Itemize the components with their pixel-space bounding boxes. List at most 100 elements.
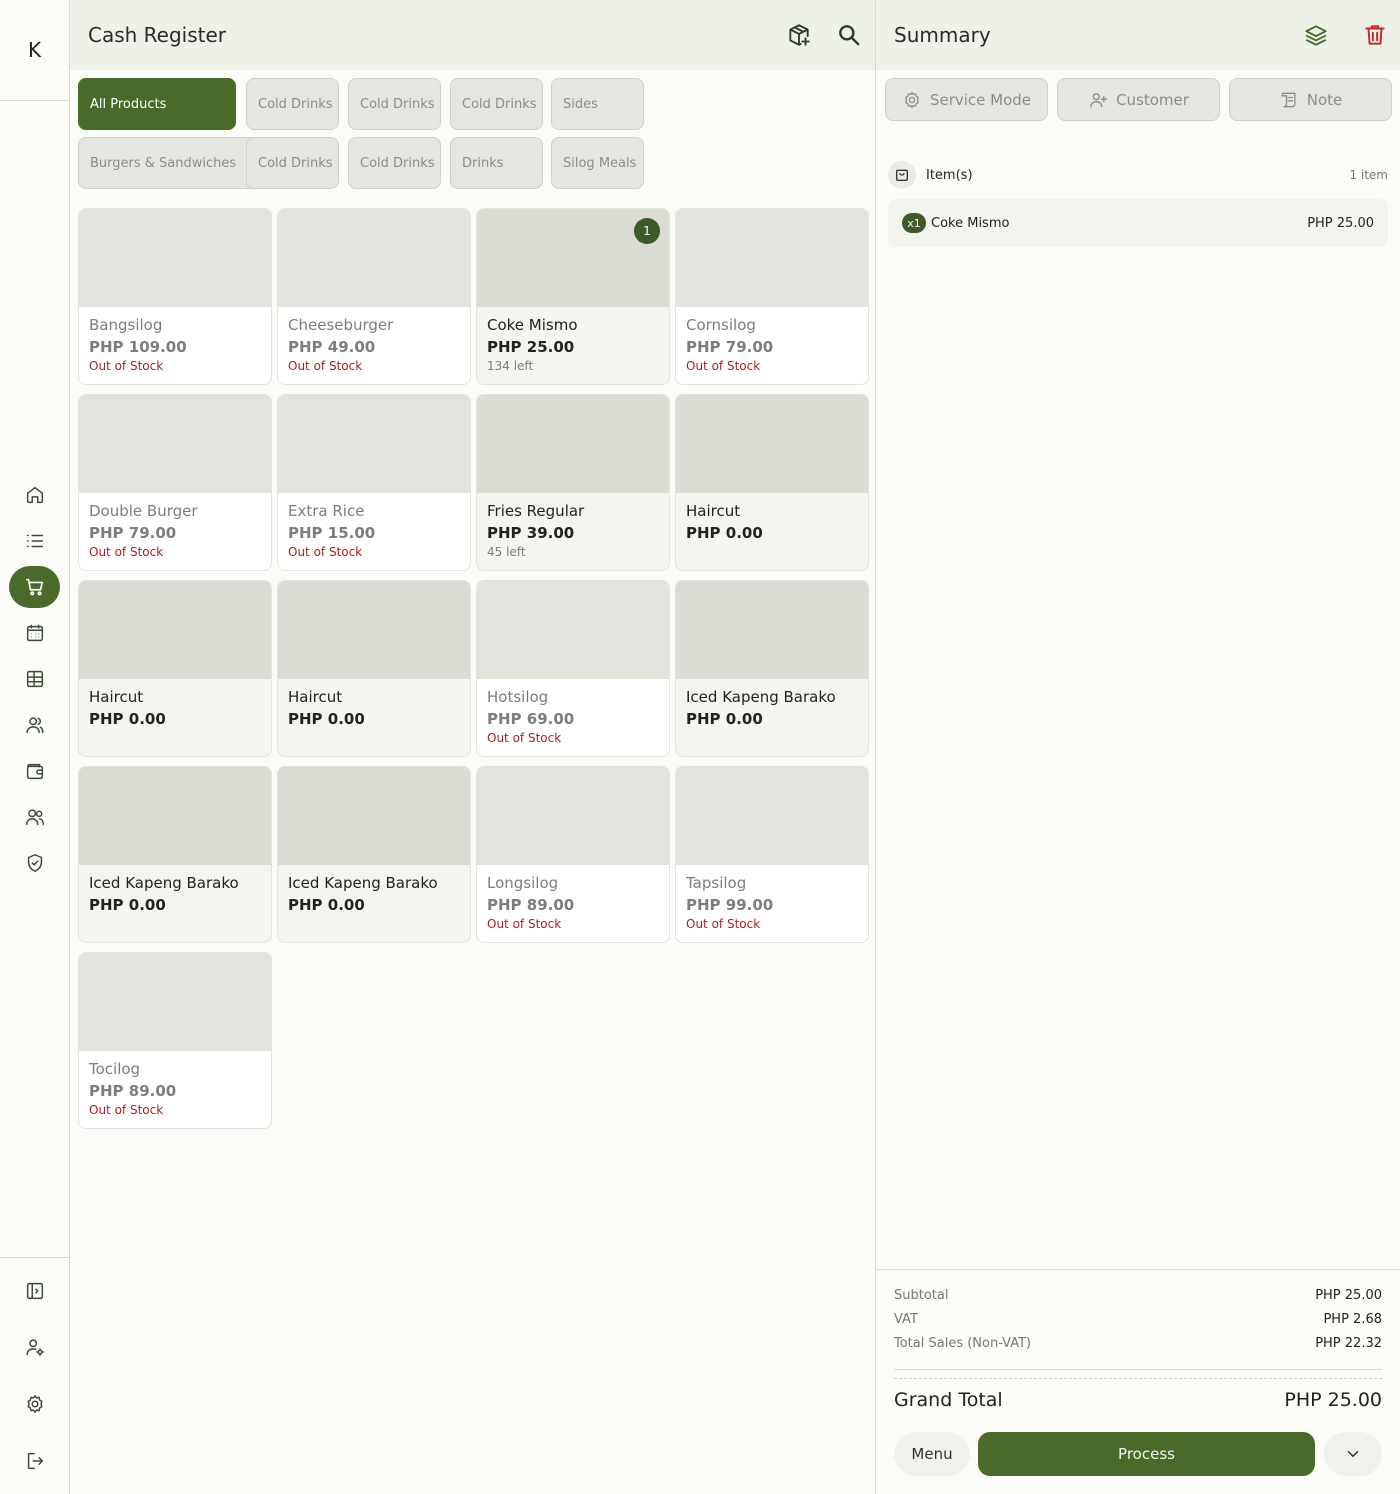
product-name: Iced Kapeng Barako <box>686 688 836 706</box>
product-image-placeholder <box>676 395 868 493</box>
product-info: Tapsilog PHP 99.00 Out of Stock <box>676 865 868 939</box>
add-product-icon[interactable] <box>786 22 812 48</box>
subtotal-value: PHP 25.00 <box>1315 1288 1382 1303</box>
category-chip[interactable]: Cold Drinks <box>348 78 441 130</box>
nonvat-value: PHP 22.32 <box>1315 1336 1382 1351</box>
process-button[interactable]: Process <box>978 1432 1315 1476</box>
product-info: Cheeseburger PHP 49.00 Out of Stock <box>278 307 470 381</box>
grand-total-value: PHP 25.00 <box>1284 1389 1382 1411</box>
grand-total-label: Grand Total <box>894 1389 1003 1411</box>
product-image-placeholder <box>477 395 669 493</box>
main-header: Cash Register <box>70 0 875 70</box>
product-info: Iced Kapeng Barako PHP 0.00 <box>278 865 470 922</box>
category-chip[interactable]: Burgers & Sandwiches <box>78 137 264 189</box>
items-header: Item(s) 1 item <box>888 160 1388 190</box>
summary-panel: Summary Service Mode Customer Note Item(… <box>876 0 1400 1494</box>
logout-icon[interactable] <box>9 1440 60 1482</box>
users-icon[interactable] <box>9 704 60 746</box>
sidebar-toggle-icon[interactable] <box>9 1270 60 1312</box>
product-image-placeholder <box>79 209 271 307</box>
stock-status: Out of Stock <box>487 731 562 745</box>
nonvat-label: Total Sales (Non-VAT) <box>894 1336 1032 1351</box>
product-name: Cornsilog <box>686 316 756 334</box>
product-card[interactable]: Iced Kapeng Barako PHP 0.00 <box>277 766 471 943</box>
vat-row: VAT PHP 2.68 <box>894 1312 1382 1327</box>
product-price: PHP 15.00 <box>288 524 376 542</box>
product-card[interactable]: Tapsilog PHP 99.00 Out of Stock <box>675 766 869 943</box>
product-card[interactable]: 1 Coke Mismo PHP 25.00 134 left <box>476 208 670 385</box>
search-icon[interactable] <box>836 22 862 48</box>
product-price: PHP 49.00 <box>288 338 376 356</box>
product-card[interactable]: Fries Regular PHP 39.00 45 left <box>476 394 670 571</box>
product-card[interactable]: Iced Kapeng Barako PHP 0.00 <box>675 580 869 757</box>
customer-button[interactable]: Customer <box>1057 78 1220 121</box>
people-icon[interactable] <box>9 796 60 838</box>
product-info: Hotsilog PHP 69.00 Out of Stock <box>477 679 669 753</box>
stock-status: 45 left <box>487 545 526 559</box>
product-image-placeholder <box>278 767 470 865</box>
product-card[interactable]: Longsilog PHP 89.00 Out of Stock <box>476 766 670 943</box>
product-name: Iced Kapeng Barako <box>89 874 239 892</box>
order-line-item[interactable]: x1 Coke Mismo PHP 25.00 <box>888 199 1388 247</box>
product-card[interactable]: Haircut PHP 0.00 <box>277 580 471 757</box>
summary-title: Summary <box>894 23 991 47</box>
stock-status: Out of Stock <box>89 1103 164 1117</box>
category-chip[interactable]: Cold Drinks <box>246 137 339 189</box>
subtotal-label: Subtotal <box>894 1288 949 1303</box>
product-name: Hotsilog <box>487 688 549 706</box>
cart-quantity-badge: 1 <box>634 218 660 244</box>
product-card[interactable]: Cheeseburger PHP 49.00 Out of Stock <box>277 208 471 385</box>
category-chip[interactable]: Cold Drinks <box>348 137 441 189</box>
product-card[interactable]: Bangsilog PHP 109.00 Out of Stock <box>78 208 272 385</box>
category-chip[interactable]: Cold Drinks <box>246 78 339 130</box>
vat-label: VAT <box>894 1312 918 1327</box>
product-image-placeholder <box>278 209 470 307</box>
product-info: Iced Kapeng Barako PHP 0.00 <box>79 865 271 922</box>
product-name: Bangsilog <box>89 316 163 334</box>
category-chip[interactable]: Cold Drinks <box>450 78 543 130</box>
product-info: Iced Kapeng Barako PHP 0.00 <box>676 679 868 736</box>
category-chip[interactable]: All Products <box>78 78 236 130</box>
home-icon[interactable] <box>9 474 60 516</box>
product-card[interactable]: Extra Rice PHP 15.00 Out of Stock <box>277 394 471 571</box>
product-price: PHP 79.00 <box>686 338 774 356</box>
product-card[interactable]: Haircut PHP 0.00 <box>675 394 869 571</box>
product-image-placeholder <box>79 395 271 493</box>
stock-status: Out of Stock <box>288 359 363 373</box>
items-label: Item(s) <box>926 167 973 183</box>
list-icon[interactable] <box>9 520 60 562</box>
product-info: Bangsilog PHP 109.00 Out of Stock <box>79 307 271 381</box>
table-icon[interactable] <box>9 658 60 700</box>
product-card[interactable]: Tocilog PHP 89.00 Out of Stock <box>78 952 272 1129</box>
user-settings-icon[interactable] <box>9 1326 60 1368</box>
category-chip[interactable]: Silog Meals <box>551 137 644 189</box>
app-logo[interactable]: K <box>0 0 69 101</box>
more-options-button[interactable] <box>1324 1432 1382 1476</box>
calendar-icon[interactable] <box>9 612 60 654</box>
service-mode-button[interactable]: Service Mode <box>885 78 1048 121</box>
note-button[interactable]: Note <box>1229 78 1392 121</box>
product-price: PHP 89.00 <box>487 896 575 914</box>
product-image-placeholder <box>79 953 271 1051</box>
category-chip[interactable]: Sides <box>551 78 644 130</box>
product-info: Extra Rice PHP 15.00 Out of Stock <box>278 493 470 567</box>
product-name: Haircut <box>686 502 741 520</box>
cart-icon[interactable] <box>9 566 60 608</box>
gear-icon[interactable] <box>9 1383 60 1425</box>
product-card[interactable]: Cornsilog PHP 79.00 Out of Stock <box>675 208 869 385</box>
product-card[interactable]: Double Burger PHP 79.00 Out of Stock <box>78 394 272 571</box>
shield-icon[interactable] <box>9 842 60 884</box>
layers-icon[interactable] <box>1303 22 1329 48</box>
product-name: Haircut <box>89 688 144 706</box>
product-card[interactable]: Haircut PHP 0.00 <box>78 580 272 757</box>
product-name: Tocilog <box>89 1060 141 1078</box>
trash-icon[interactable] <box>1362 22 1388 48</box>
category-chip[interactable]: Drinks <box>450 137 543 189</box>
product-info: Cornsilog PHP 79.00 Out of Stock <box>676 307 868 381</box>
product-card[interactable]: Hotsilog PHP 69.00 Out of Stock <box>476 580 670 757</box>
nonvat-row: Total Sales (Non-VAT) PHP 22.32 <box>894 1336 1382 1351</box>
product-price: PHP 99.00 <box>686 896 774 914</box>
menu-button[interactable]: Menu <box>894 1432 970 1476</box>
wallet-icon[interactable] <box>9 750 60 792</box>
product-card[interactable]: Iced Kapeng Barako PHP 0.00 <box>78 766 272 943</box>
